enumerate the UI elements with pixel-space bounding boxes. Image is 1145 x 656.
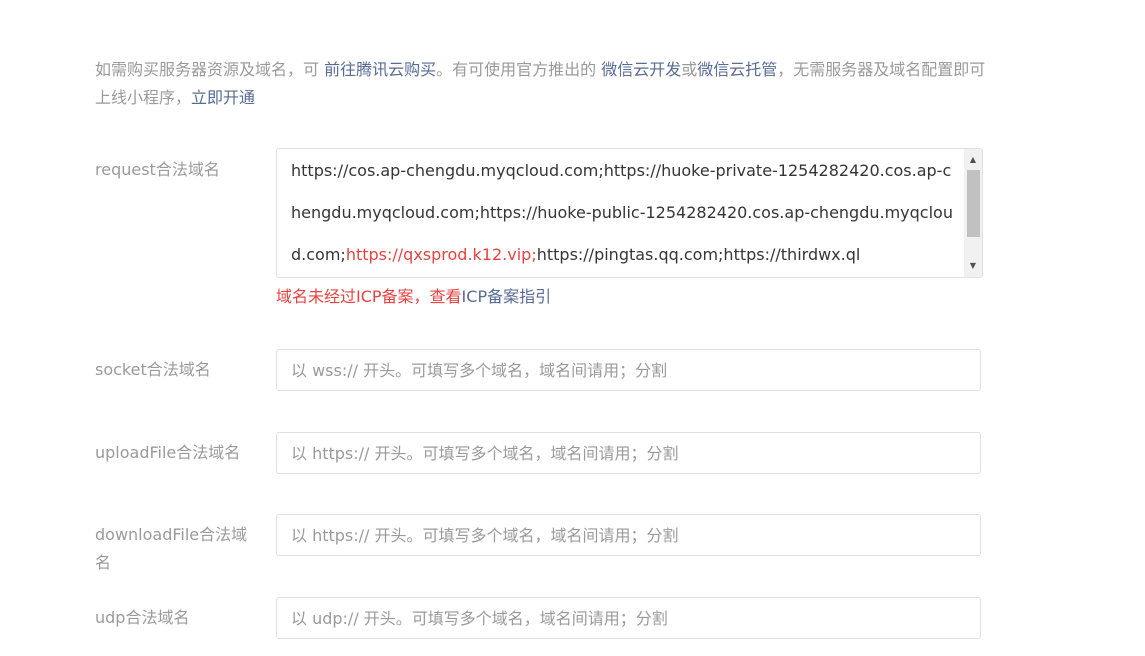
request-domain-invalid-entry: https://qxsprod.k12.vip; bbox=[345, 245, 537, 264]
icp-error-message: 域名未经过ICP备案，查看ICP备案指引 bbox=[276, 284, 551, 310]
notice-text-or: 或 bbox=[681, 60, 698, 79]
domain-settings-form: 如需购买服务器资源及域名，可 前往腾讯云购买。有可使用官方推出的 微信云开发或微… bbox=[0, 0, 1145, 656]
request-domain-value-part2: https://pingtas.qq.com;https://thirdwx.q… bbox=[536, 245, 861, 264]
server-domain-notice: 如需购买服务器资源及域名，可 前往腾讯云购买。有可使用官方推出的 微信云开发或微… bbox=[95, 56, 990, 112]
udp-domain-input[interactable] bbox=[276, 597, 981, 639]
scrollbar-thumb[interactable] bbox=[967, 170, 980, 237]
textarea-scrollbar[interactable]: ▲ ▼ bbox=[964, 149, 982, 277]
request-domain-textarea[interactable]: https://cos.ap-chengdu.myqcloud.com;http… bbox=[276, 148, 983, 278]
notice-text-1: 如需购买服务器资源及域名，可 bbox=[95, 60, 325, 79]
icp-error-text: 域名未经过ICP备案，查看 bbox=[276, 287, 462, 306]
open-now-link[interactable]: 立即开通 bbox=[191, 88, 255, 107]
udp-domain-label: udp合法域名 bbox=[95, 608, 190, 627]
uploadfile-domain-input[interactable] bbox=[276, 432, 981, 474]
request-domain-value[interactable]: https://cos.ap-chengdu.myqcloud.com;http… bbox=[291, 149, 956, 276]
socket-domain-label: socket合法域名 bbox=[95, 360, 211, 379]
triangle-down-icon[interactable]: ▼ bbox=[964, 257, 982, 275]
request-domain-label: request合法域名 bbox=[95, 160, 220, 179]
notice-text-2: 。有可使用官方推出的 bbox=[436, 60, 602, 79]
downloadfile-domain-label: downloadFile合法域名 bbox=[95, 525, 248, 572]
wechat-cloud-hosting-link[interactable]: 微信云托管 bbox=[697, 60, 777, 79]
wechat-cloud-dev-link[interactable]: 微信云开发 bbox=[601, 60, 681, 79]
buy-tencent-cloud-link[interactable]: 前往腾讯云购买 bbox=[324, 60, 436, 79]
icp-guide-link[interactable]: ICP备案指引 bbox=[462, 287, 552, 306]
socket-domain-input[interactable] bbox=[276, 349, 981, 391]
uploadfile-domain-label: uploadFile合法域名 bbox=[95, 443, 241, 462]
triangle-up-icon[interactable]: ▲ bbox=[964, 151, 982, 169]
downloadfile-domain-input[interactable] bbox=[276, 514, 981, 556]
